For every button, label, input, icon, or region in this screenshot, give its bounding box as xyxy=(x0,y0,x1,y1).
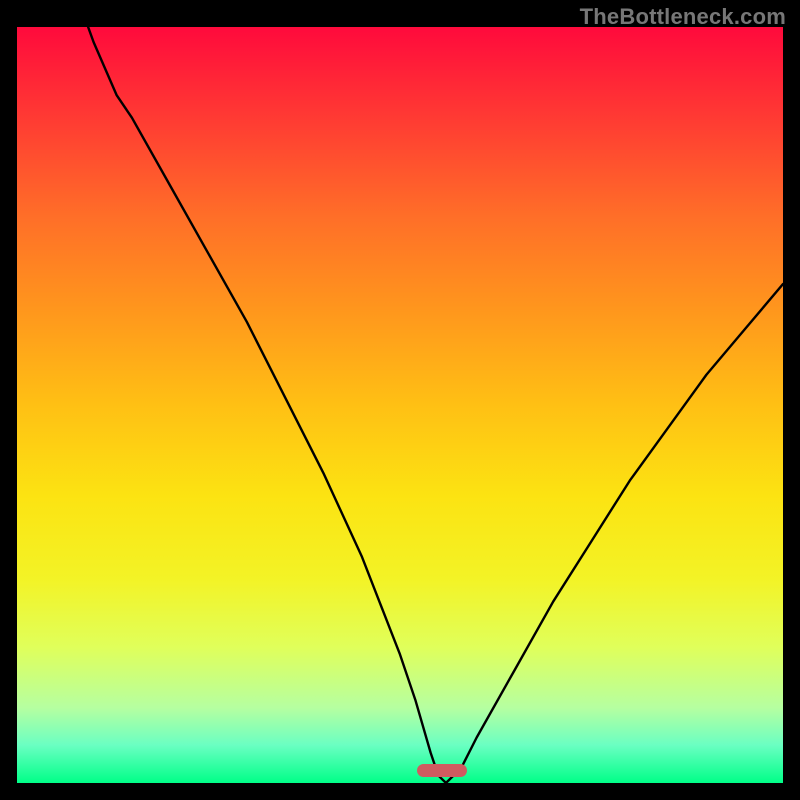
chart-stage: TheBottleneck.com xyxy=(0,0,800,800)
minimum-pill-marker xyxy=(417,764,467,777)
plot-area xyxy=(17,27,783,783)
watermark-text: TheBottleneck.com xyxy=(580,4,786,30)
